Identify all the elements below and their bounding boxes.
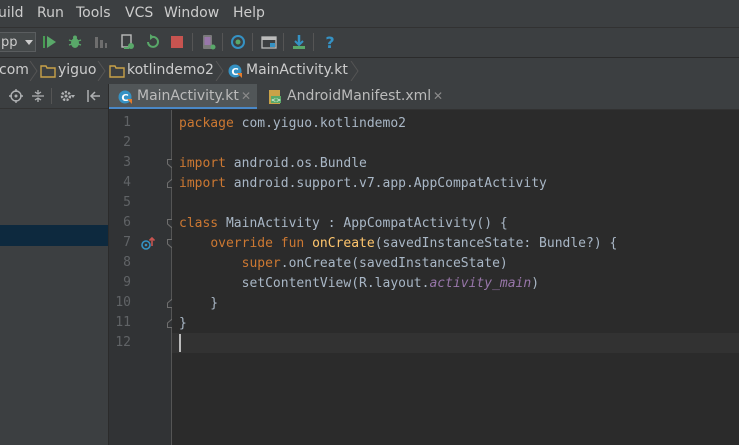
code-line-4: import android.support.v7.app.AppCompatA… (179, 176, 547, 191)
close-icon[interactable]: ✕ (433, 84, 443, 109)
project-panel-toolbar (0, 84, 108, 109)
code-editor[interactable]: package com.yiguo.kotlindemo2 import and… (172, 110, 739, 445)
xml-file-icon: <> (269, 90, 281, 104)
code-line-9: setContentView(R.layout.activity_main) (241, 276, 540, 291)
toolbar-separator (252, 33, 253, 51)
project-tree-selected-row[interactable] (0, 225, 108, 246)
folder-icon (40, 65, 56, 78)
toolbar-separator (51, 88, 52, 104)
breadcrumb: com yiguo kotlindemo2 C MainActivity.kt (0, 57, 739, 84)
line-number: 2 (123, 135, 131, 150)
breadcrumb-item[interactable]: yiguo (58, 58, 97, 84)
svg-text:?: ? (325, 34, 334, 50)
line-number: 8 (123, 255, 131, 270)
code-line-7: override fun onCreate(savedInstanceState… (210, 236, 618, 251)
chevron-down-icon (25, 40, 33, 45)
run-configuration-select[interactable]: pp (0, 32, 36, 52)
restart-icon[interactable] (144, 34, 160, 50)
line-number: 5 (123, 195, 131, 210)
svg-text:C: C (121, 93, 128, 104)
toolbar-separator (192, 33, 193, 51)
tab-androidmanifest[interactable]: <> AndroidManifest.xml ✕ (259, 84, 449, 109)
line-number: 12 (115, 335, 131, 350)
line-number: 11 (115, 315, 131, 330)
avd-manager-icon[interactable] (200, 34, 216, 50)
stop-icon[interactable] (169, 34, 185, 50)
menu-vcs[interactable]: VCS (125, 5, 153, 21)
tab-label: AndroidManifest.xml (287, 88, 432, 104)
apply-changes-icon[interactable] (119, 34, 135, 50)
debug-icon[interactable] (67, 34, 83, 50)
line-number: 9 (123, 275, 131, 290)
menu-window[interactable]: Window (164, 5, 219, 21)
close-icon[interactable]: ✕ (241, 84, 251, 109)
chevron-right-icon (215, 61, 224, 81)
gear-icon[interactable] (59, 88, 75, 104)
main-toolbar: pp ? (0, 27, 739, 58)
svg-text:C: C (231, 67, 238, 78)
editor-gutter[interactable]: 1 2 3 4 5 6 7 8 9 10 11 12 (109, 110, 176, 445)
menu-help[interactable]: Help (233, 5, 265, 21)
breadcrumb-item[interactable]: kotlindemo2 (127, 58, 214, 84)
text-caret (179, 334, 181, 352)
line-number: 4 (123, 175, 131, 190)
chevron-right-icon (350, 61, 359, 81)
breadcrumb-item[interactable]: com (0, 58, 29, 84)
hide-panel-icon[interactable] (86, 88, 102, 104)
toolbar-separator (313, 33, 314, 51)
tab-mainactivity[interactable]: C MainActivity.kt ✕ (109, 84, 257, 109)
kotlin-file-icon: C (228, 64, 242, 78)
code-line-11: } (179, 316, 187, 331)
sdk-manager-icon[interactable] (291, 34, 307, 50)
line-number: 6 (123, 215, 131, 230)
code-line-6: class MainActivity : AppCompatActivity()… (179, 216, 508, 231)
code-line-1: package com.yiguo.kotlindemo2 (179, 116, 406, 131)
menu-run[interactable]: Run (37, 5, 64, 21)
menu-build[interactable]: uild (0, 5, 24, 21)
toolbar-separator (222, 33, 223, 51)
chevron-right-icon (29, 61, 38, 81)
project-panel (0, 84, 108, 445)
code-line-8: super.onCreate(savedInstanceState) (241, 256, 508, 271)
tab-label: MainActivity.kt (137, 88, 239, 104)
menu-bar: uild Run Tools VCS Window Help (0, 0, 739, 27)
run-icon[interactable] (42, 34, 58, 50)
menu-tools[interactable]: Tools (76, 5, 111, 21)
attach-debugger-icon[interactable] (93, 34, 109, 50)
current-line-highlight (172, 333, 739, 353)
project-structure-icon[interactable] (261, 34, 277, 50)
line-number: 7 (123, 235, 131, 250)
svg-text:<>: <> (271, 97, 281, 104)
editor-tab-bar: C MainActivity.kt ✕ <> AndroidManifest.x… (109, 84, 739, 110)
code-line-10: } (179, 296, 219, 311)
override-method-icon[interactable] (141, 237, 155, 251)
collapse-all-icon[interactable] (30, 88, 46, 104)
run-configuration-label: pp (1, 35, 18, 50)
help-icon[interactable]: ? (322, 34, 338, 50)
line-number: 10 (115, 295, 131, 310)
line-number: 3 (123, 155, 131, 170)
line-number: 1 (123, 115, 131, 130)
chevron-right-icon (97, 61, 106, 81)
toolbar-separator (283, 33, 284, 51)
sync-gradle-icon[interactable] (230, 34, 246, 50)
kotlin-file-icon: C (118, 90, 132, 104)
code-line-3: import android.os.Bundle (179, 156, 367, 171)
scroll-from-source-icon[interactable] (8, 88, 24, 104)
folder-icon (109, 65, 125, 78)
breadcrumb-item[interactable]: MainActivity.kt (246, 58, 348, 84)
